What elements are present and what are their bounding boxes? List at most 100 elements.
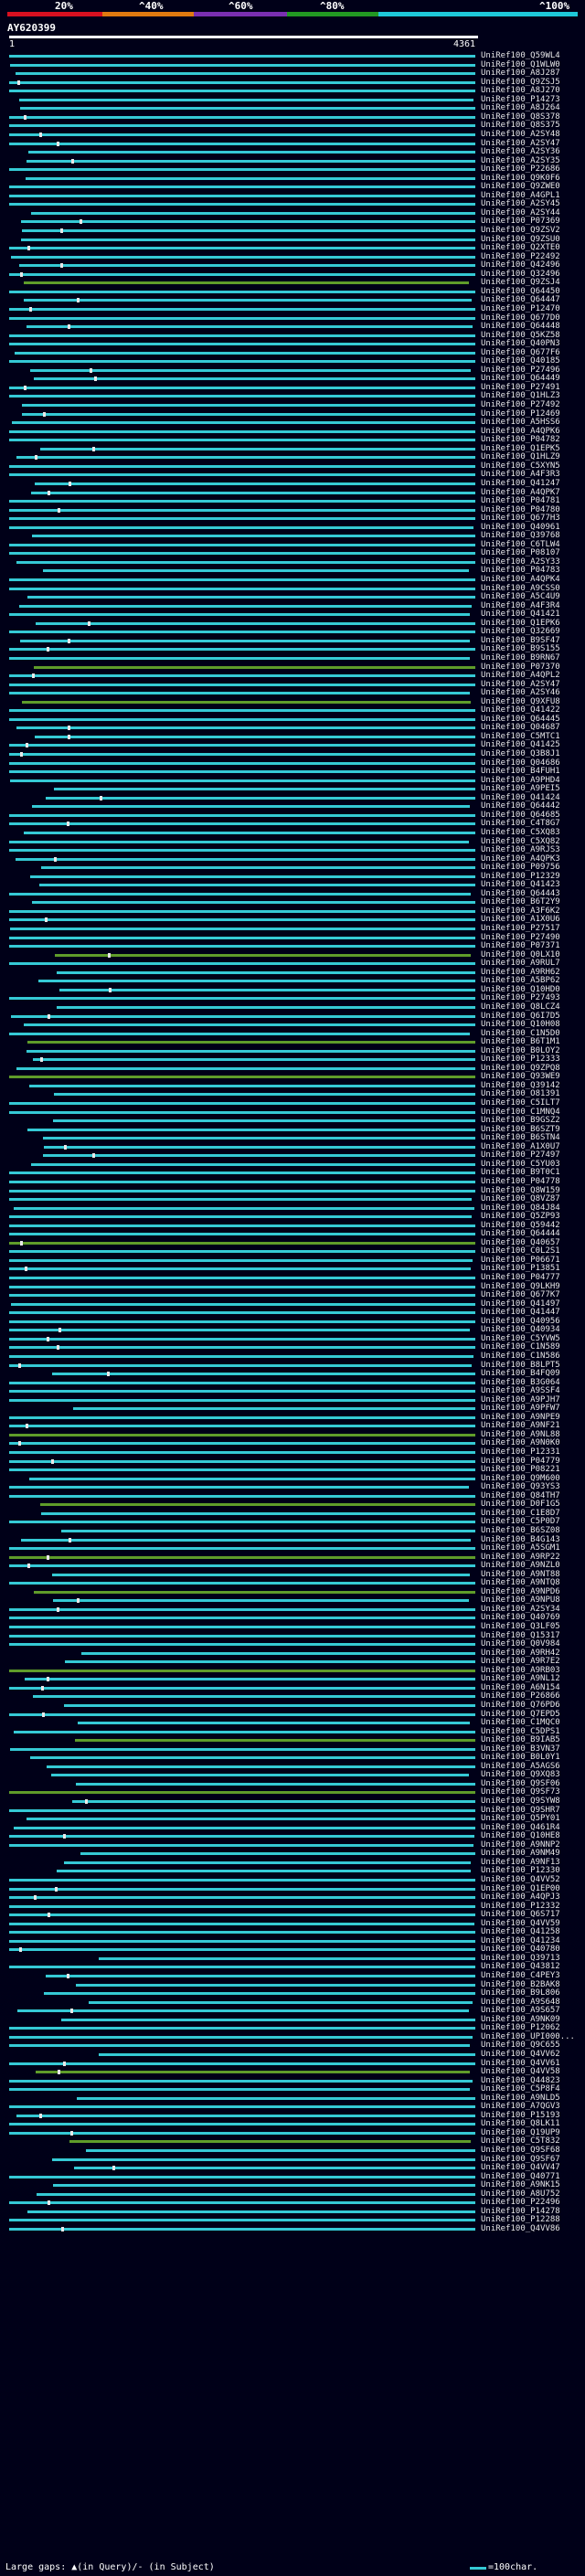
gap-marker	[58, 2070, 60, 2075]
alignment-bar	[65, 1660, 475, 1664]
alignment-bar	[27, 1049, 475, 1053]
alignment-bar	[9, 334, 475, 337]
gap-marker	[26, 1424, 28, 1429]
alignment-bar	[9, 1808, 475, 1812]
alignment-bar	[78, 1722, 470, 1725]
alignment-bar	[80, 1852, 475, 1856]
alignment-bar	[86, 2149, 475, 2152]
alignment-bar	[44, 1145, 475, 1149]
gap-marker	[67, 822, 69, 827]
alignment-bar	[9, 186, 475, 189]
alignment-bar	[9, 386, 475, 389]
alignment-bar	[36, 2071, 470, 2074]
alignment-bar	[9, 1896, 475, 1900]
gap-marker	[67, 1974, 69, 1978]
gap-marker	[92, 1153, 95, 1159]
hit-accession-link[interactable]: UniRef100_Q4VV86	[481, 2224, 560, 2234]
alignment-bar	[9, 1643, 475, 1647]
alignment-bar	[9, 1913, 475, 1917]
alignment-bar	[35, 735, 475, 738]
alignment-bar	[9, 1617, 475, 1620]
alignment-bar	[10, 63, 475, 67]
gap-marker	[77, 1598, 80, 1604]
gap-marker	[35, 455, 37, 461]
alignment-bar	[9, 1398, 475, 1402]
alignment-bar	[20, 107, 475, 111]
alignment-bar	[75, 1739, 475, 1743]
gap-marker	[43, 411, 46, 417]
alignment-bar	[52, 1573, 470, 1576]
alignment-bar	[38, 980, 475, 983]
alignment-bar	[9, 2079, 473, 2083]
alignment-bar	[53, 2184, 475, 2188]
alignment-bar	[55, 953, 471, 957]
alignment-bar	[16, 72, 475, 76]
alignment-bar	[34, 1590, 475, 1594]
gap-marker	[69, 1537, 71, 1542]
alignment-bar	[27, 1128, 475, 1131]
alignment-bar	[9, 1233, 475, 1236]
alignment-bar	[9, 80, 475, 84]
alignment-bar	[9, 124, 475, 128]
gap-marker	[27, 1564, 30, 1569]
scale-swatch	[470, 2567, 486, 2570]
alignment-bar	[11, 1302, 475, 1306]
alignment-bar	[73, 1407, 475, 1411]
alignment-bar	[9, 918, 475, 922]
gap-marker	[68, 726, 70, 731]
alignment-bar	[12, 421, 475, 425]
alignment-bar	[32, 535, 475, 538]
alignment-bar	[9, 247, 475, 250]
alignment-bar	[9, 1459, 475, 1463]
alignment-bar	[9, 1363, 472, 1367]
alignment-bar	[9, 552, 475, 556]
alignment-bar	[27, 596, 475, 599]
gap-marker	[77, 298, 80, 303]
alignment-bar	[25, 1678, 475, 1681]
alignment-bar	[19, 604, 472, 608]
alignment-bar	[9, 1198, 472, 1202]
gap-marker	[94, 376, 97, 382]
alignment-bar	[9, 717, 475, 721]
alignment-bar	[9, 2027, 475, 2030]
gap-marker	[68, 734, 70, 739]
alignment-bar	[9, 194, 475, 197]
alignment-bar	[72, 1800, 475, 1803]
alignment-bar	[9, 1076, 475, 1079]
alignment-bar	[9, 1564, 475, 1568]
alignment-bar	[27, 1818, 475, 1821]
alignment-bar	[9, 1966, 475, 1969]
alignment-bar	[9, 133, 475, 136]
gap-marker	[48, 2200, 50, 2206]
gap-marker	[85, 1799, 88, 1804]
gap-marker	[63, 1834, 66, 1839]
alignment-bar	[9, 1442, 475, 1446]
gap-marker	[68, 638, 70, 643]
alignment-bar	[47, 1765, 475, 1768]
gap-marker	[88, 620, 90, 626]
alignment-bar	[9, 1381, 475, 1384]
alignment-bar	[21, 1538, 471, 1542]
alignment-bar	[9, 1582, 475, 1585]
alignment-bar	[27, 325, 473, 329]
alignment-bar	[9, 307, 475, 311]
alignment-bar	[9, 1032, 470, 1035]
alignment-bar	[64, 1703, 475, 1707]
alignment-bar	[9, 1102, 475, 1105]
gap-marker	[26, 743, 28, 748]
alignment-bar	[9, 1878, 475, 1882]
alignment-bar	[16, 726, 475, 730]
gap-marker	[27, 246, 30, 251]
alignment-bar	[43, 1137, 475, 1140]
gap-marker	[24, 114, 27, 120]
alignment-bar	[24, 1023, 475, 1027]
alignment-bar	[32, 805, 470, 809]
gap-marker	[90, 367, 92, 373]
alignment-bar	[9, 1626, 475, 1628]
alignment-bar	[77, 2096, 475, 2100]
alignment-bar	[43, 569, 469, 573]
alignment-bar	[9, 962, 475, 966]
alignment-bar	[9, 683, 475, 686]
gap-marker	[47, 647, 49, 652]
alignment-bar	[9, 761, 475, 765]
